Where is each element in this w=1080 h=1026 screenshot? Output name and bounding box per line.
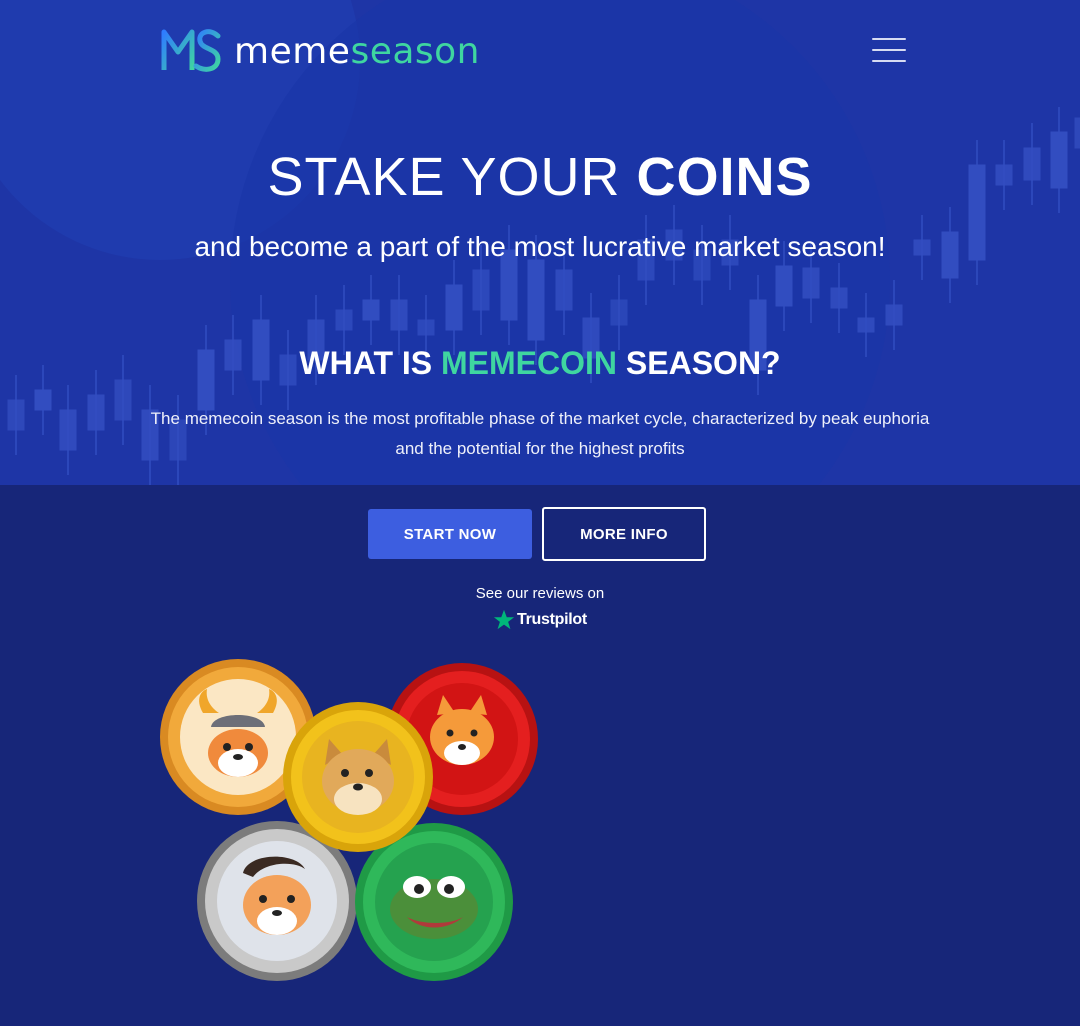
candle-body <box>857 317 875 333</box>
memecoin-illustration <box>160 659 538 981</box>
candle-body <box>59 409 77 451</box>
candle-body <box>830 287 848 309</box>
more-info-button[interactable]: MORE INFO <box>542 507 706 561</box>
candle-body <box>1074 117 1080 149</box>
brand-name: memeseason <box>234 31 480 72</box>
candle-body <box>610 299 628 326</box>
candle-body <box>445 284 463 331</box>
headline-bold: COINS <box>636 147 813 207</box>
candle-body <box>941 231 959 279</box>
candle-body <box>417 319 435 336</box>
trustpilot-star-icon <box>493 609 515 630</box>
brand-name-part1: meme <box>234 30 351 72</box>
section-question-title: WHAT IS MEMECOIN SEASON? <box>0 345 1080 382</box>
hamburger-menu-icon[interactable] <box>872 38 906 66</box>
brand-name-part2: season <box>350 30 480 72</box>
candle-body <box>555 269 573 311</box>
candle-body <box>472 269 490 311</box>
section-description: The memecoin season is the most profitab… <box>150 409 930 458</box>
hero-headline: STAKE YOUR COINS <box>0 146 1080 208</box>
candle-body <box>114 379 132 421</box>
question-suffix: SEASON? <box>617 345 781 381</box>
start-now-button[interactable]: START NOW <box>368 509 532 559</box>
candle-body <box>34 389 52 411</box>
candle-body <box>913 239 931 256</box>
question-accent: MEMECOIN <box>441 345 618 381</box>
candle-body <box>390 299 408 331</box>
candle-body <box>87 394 105 431</box>
hero-subheadline: and become a part of the most lucrative … <box>194 231 886 262</box>
dogecoin <box>283 702 433 852</box>
reviews-text: See our reviews on <box>475 585 605 602</box>
brand-logo[interactable]: memeseason <box>160 26 480 76</box>
candle-body <box>335 309 353 331</box>
candle-body <box>7 399 25 431</box>
hero-section: memeseason STAKE YOUR COINS and become a… <box>0 0 1080 485</box>
trustpilot-link[interactable]: Trustpilot <box>493 608 587 632</box>
trustpilot-label: Trustpilot <box>517 611 587 628</box>
candle-body <box>362 299 380 321</box>
candle-body <box>885 304 903 326</box>
ms-logo-icon <box>161 29 221 72</box>
question-prefix: WHAT IS <box>299 345 442 381</box>
candle-body <box>775 265 793 307</box>
headline-light: STAKE YOUR <box>267 147 637 207</box>
candle-body <box>802 267 820 299</box>
candle-body <box>527 259 545 341</box>
